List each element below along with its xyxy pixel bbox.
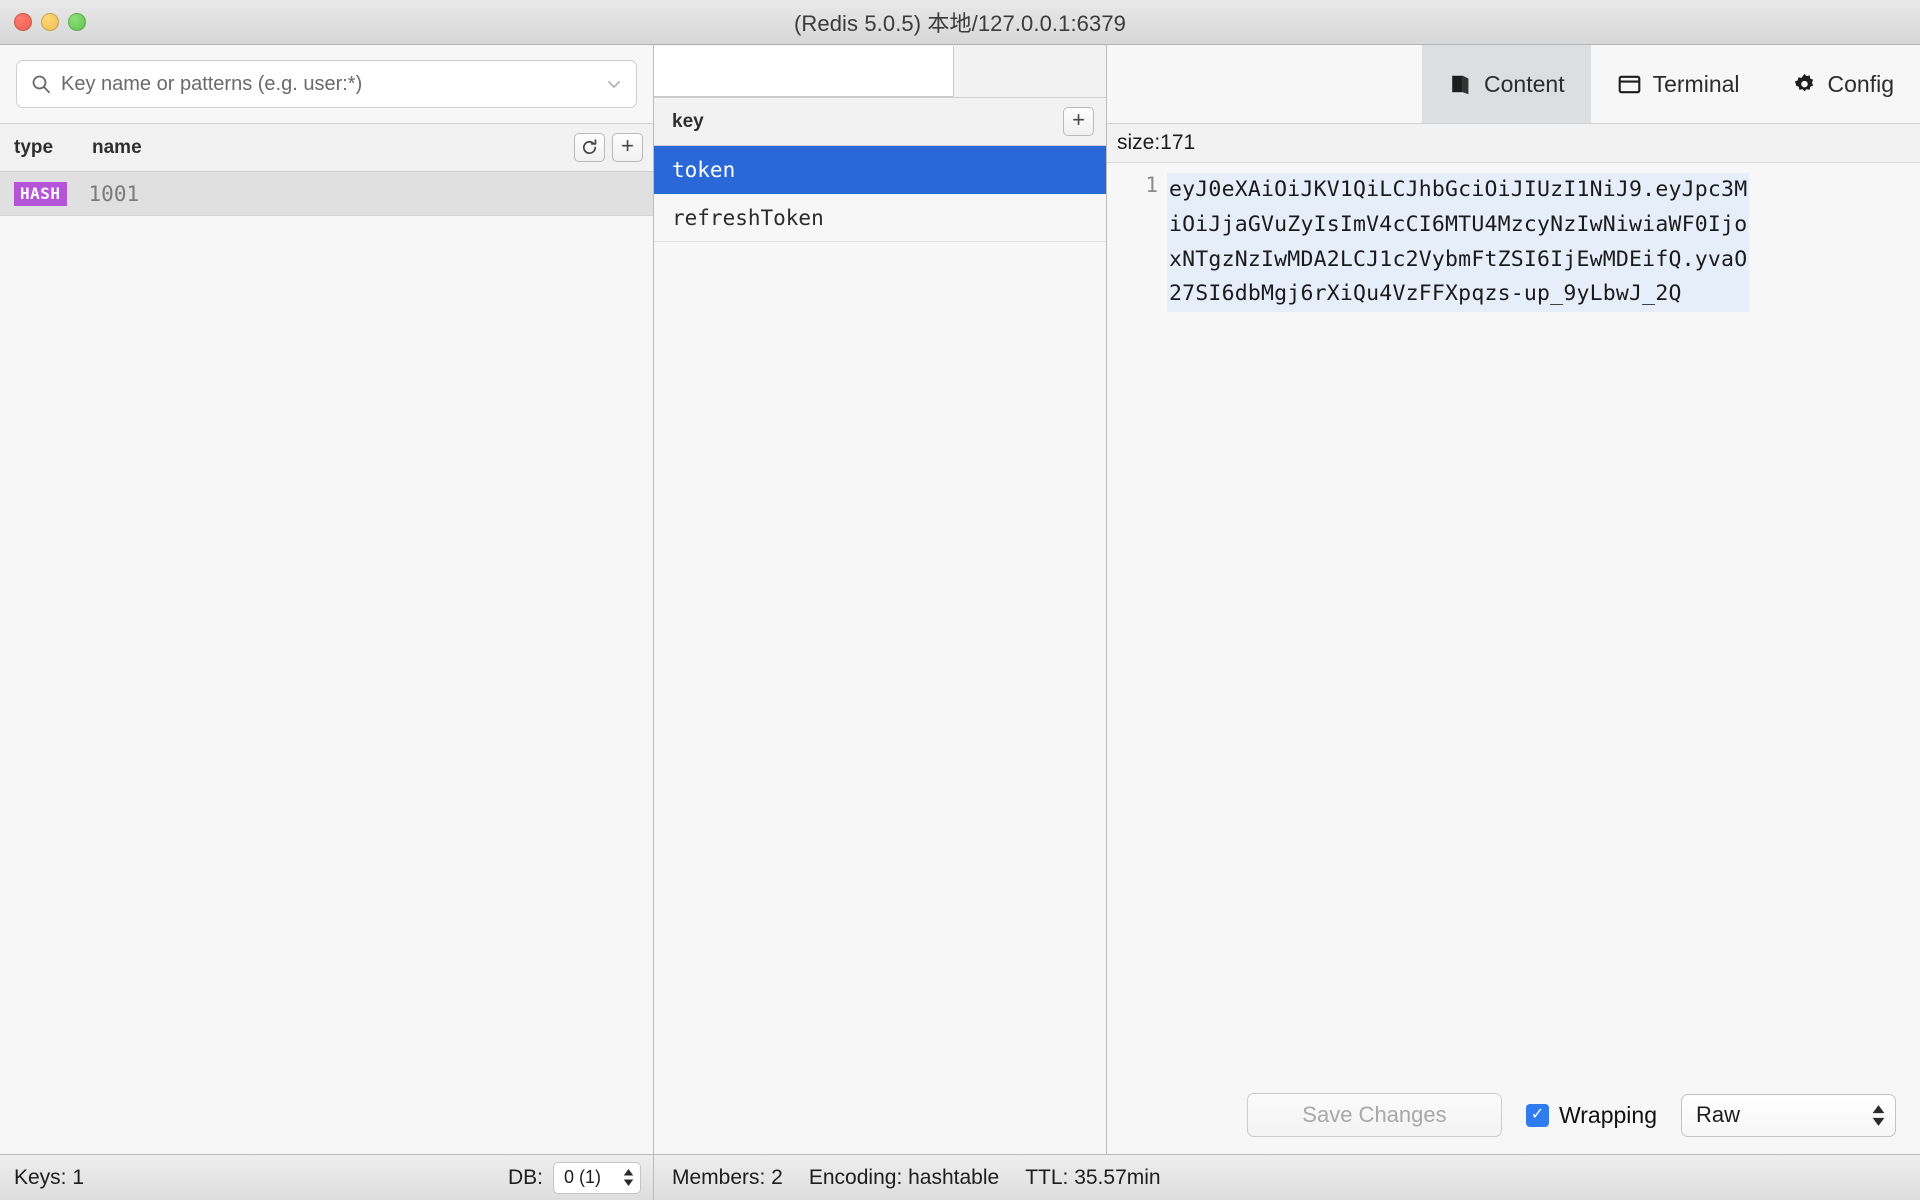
db-selector-group[interactable]: DB: 0 (1) xyxy=(508,1162,641,1194)
member-filter-bar xyxy=(654,45,1106,98)
wrapping-label: Wrapping xyxy=(1559,1102,1657,1129)
redis-client-window: (Redis 5.0.5) 本地/127.0.0.1:6379 Key name… xyxy=(0,0,1920,1200)
value-size-label: size:171 xyxy=(1107,124,1920,163)
column-header-type: type xyxy=(14,137,92,159)
db-select[interactable]: 0 (1) xyxy=(553,1162,641,1194)
value-viewer-panel: Content Terminal xyxy=(1107,45,1920,1154)
tab-content[interactable]: Content xyxy=(1422,45,1591,123)
status-bar-right: Members: 2 Encoding: hashtable TTL: 35.5… xyxy=(654,1155,1920,1200)
search-icon xyxy=(31,74,51,94)
format-select-value: Raw xyxy=(1696,1102,1872,1128)
window-title: (Redis 5.0.5) 本地/127.0.0.1:6379 xyxy=(0,6,1920,38)
member-list-header: key + xyxy=(654,98,1106,146)
tab-config-label: Config xyxy=(1828,71,1894,98)
wrapping-toggle[interactable]: ✓ Wrapping xyxy=(1526,1102,1657,1129)
status-bar: Keys: 1 DB: 0 (1) Members: 2 Encoding: h… xyxy=(0,1154,1920,1200)
key-row-name: 1001 xyxy=(89,182,140,206)
save-changes-button[interactable]: Save Changes xyxy=(1247,1093,1502,1137)
add-key-button[interactable]: + xyxy=(612,133,643,162)
encoding-label: Encoding: hashtable xyxy=(809,1166,999,1190)
wrapping-checkbox[interactable]: ✓ xyxy=(1526,1104,1549,1127)
view-tabbar: Content Terminal xyxy=(1107,45,1920,124)
member-filter-input[interactable] xyxy=(654,46,954,97)
key-list-actions: + xyxy=(574,133,643,162)
status-badge: HASH xyxy=(14,182,67,206)
main-body: Key name or patterns (e.g. user:*) type … xyxy=(0,45,1920,1154)
value-code-area[interactable]: eyJ0eXAiOiJKV1QiLCJhbGciOiJIUzI1NiJ9.eyJ… xyxy=(1167,163,1920,1076)
db-select-value: 0 (1) xyxy=(564,1167,623,1188)
book-icon xyxy=(1448,72,1473,97)
members-count-label: Members: 2 xyxy=(672,1166,783,1190)
tab-config[interactable]: Config xyxy=(1766,45,1920,123)
refresh-button[interactable] xyxy=(574,133,605,162)
search-input-container[interactable]: Key name or patterns (e.g. user:*) xyxy=(16,60,637,108)
chevron-updown-icon[interactable] xyxy=(623,1169,634,1186)
table-row[interactable]: HASH 1001 xyxy=(0,172,653,216)
keys-count-label: Keys: 1 xyxy=(14,1166,508,1190)
tab-terminal-label: Terminal xyxy=(1653,71,1740,98)
list-item[interactable]: token xyxy=(654,146,1106,194)
key-list[interactable]: HASH 1001 xyxy=(0,172,653,1154)
status-bar-left: Keys: 1 DB: 0 (1) xyxy=(0,1155,654,1200)
list-item[interactable]: refreshToken xyxy=(654,194,1106,242)
gear-icon xyxy=(1792,72,1817,97)
traffic-light-group xyxy=(14,0,86,44)
tab-content-label: Content xyxy=(1484,71,1565,98)
key-browser-panel: Key name or patterns (e.g. user:*) type … xyxy=(0,45,654,1154)
tab-terminal[interactable]: Terminal xyxy=(1591,45,1766,123)
line-number-gutter: 1 xyxy=(1107,163,1167,1076)
key-search-bar: Key name or patterns (e.g. user:*) xyxy=(0,45,653,124)
ttl-label: TTL: 35.57min xyxy=(1025,1166,1160,1190)
value-editor[interactable]: 1 eyJ0eXAiOiJKV1QiLCJhbGciOiJIUzI1NiJ9.e… xyxy=(1107,163,1920,1076)
format-select[interactable]: Raw xyxy=(1681,1094,1896,1137)
column-header-name: name xyxy=(92,137,574,159)
search-input[interactable]: Key name or patterns (e.g. user:*) xyxy=(61,73,604,96)
key-list-header: type name + xyxy=(0,124,653,172)
chevron-down-icon[interactable] xyxy=(604,74,624,94)
value-editor-footer: Save Changes ✓ Wrapping Raw xyxy=(1107,1076,1920,1154)
member-list[interactable]: token refreshToken xyxy=(654,146,1106,1154)
close-button[interactable] xyxy=(14,13,32,31)
add-member-button[interactable]: + xyxy=(1063,107,1094,136)
window-titlebar: (Redis 5.0.5) 本地/127.0.0.1:6379 xyxy=(0,0,1920,45)
chevron-updown-icon[interactable] xyxy=(1872,1105,1885,1126)
value-text[interactable]: eyJ0eXAiOiJKV1QiLCJhbGciOiJIUzI1NiJ9.eyJ… xyxy=(1167,173,1749,312)
db-label: DB: xyxy=(508,1166,543,1190)
hash-field-panel: key + token refreshToken xyxy=(654,45,1107,1154)
zoom-button[interactable] xyxy=(68,13,86,31)
minimize-button[interactable] xyxy=(41,13,59,31)
column-header-key: key xyxy=(672,111,1063,133)
window-icon xyxy=(1617,72,1642,97)
